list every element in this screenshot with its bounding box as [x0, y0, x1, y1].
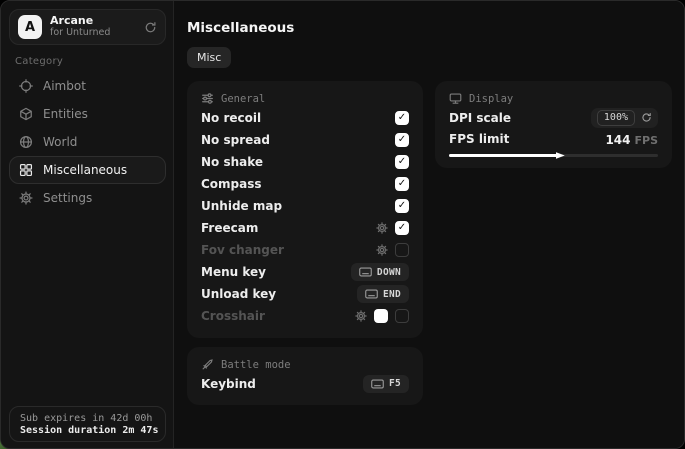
- slider-thumb[interactable]: [556, 151, 565, 160]
- row-label: Crosshair: [201, 309, 265, 323]
- battle-keybind[interactable]: F5: [363, 375, 409, 393]
- row-label: Compass: [201, 177, 262, 191]
- grid-icon: [19, 163, 33, 177]
- row-label: DPI scale: [449, 111, 511, 125]
- row-label: No shake: [201, 155, 263, 169]
- dpi-value[interactable]: 100%: [597, 110, 635, 126]
- row-no-spread: No spread: [201, 130, 409, 150]
- sidebar-item-entities[interactable]: Entities: [9, 100, 166, 128]
- unload-key-bind[interactable]: END: [357, 285, 409, 303]
- row-fov-changer: Fov changer: [201, 240, 409, 260]
- keyboard-icon: [359, 267, 372, 277]
- slider-fill: [449, 154, 560, 157]
- dpi-scale-control[interactable]: 100%: [591, 108, 658, 128]
- row-no-shake: No shake: [201, 152, 409, 172]
- compass-checkbox[interactable]: [395, 177, 409, 191]
- sidebar-item-label: Miscellaneous: [43, 163, 127, 177]
- subscription-info: Sub expires in 42d 00h Session duration …: [9, 406, 166, 442]
- row-label: Unload key: [201, 287, 276, 301]
- monitor-icon: [449, 92, 462, 105]
- keyboard-icon: [371, 379, 384, 389]
- sidebar: A Arcane for Unturned Category: [1, 1, 174, 448]
- sidebar-item-label: Aimbot: [43, 79, 86, 93]
- row-label: Unhide map: [201, 199, 282, 213]
- card-title: Display: [469, 93, 513, 105]
- sidebar-item-miscellaneous[interactable]: Miscellaneous: [9, 156, 166, 184]
- row-freecam: Freecam: [201, 218, 409, 238]
- fov-config-gear-icon[interactable]: [376, 244, 388, 256]
- row-compass: Compass: [201, 174, 409, 194]
- cube-icon: [19, 107, 33, 121]
- fov-changer-checkbox[interactable]: [395, 243, 409, 257]
- row-battle-keybind: Keybind F5: [201, 374, 409, 394]
- key-text: END: [383, 289, 401, 300]
- sliders-icon: [201, 92, 214, 105]
- no-spread-checkbox[interactable]: [395, 133, 409, 147]
- row-unload-key: Unload key END: [201, 284, 409, 304]
- general-card: General No recoil No spread No shake Com…: [187, 81, 423, 338]
- fps-unit: FPS: [635, 134, 659, 147]
- reset-icon[interactable]: [641, 112, 652, 123]
- menu-key-bind[interactable]: DOWN: [351, 263, 409, 281]
- sidebar-item-label: Entities: [43, 107, 88, 121]
- freecam-checkbox[interactable]: [395, 221, 409, 235]
- crosshair-icon: [19, 79, 33, 93]
- brand-subtitle: for Unturned: [50, 28, 136, 39]
- sidebar-nav: Aimbot Entities World: [9, 72, 166, 212]
- row-label: Fov changer: [201, 243, 284, 257]
- no-shake-checkbox[interactable]: [395, 155, 409, 169]
- row-crosshair: Crosshair: [201, 306, 409, 326]
- card-title: General: [221, 93, 265, 105]
- battle-mode-card: Battle mode Keybind F5: [187, 347, 423, 405]
- gear-icon: [19, 191, 33, 205]
- row-label: No recoil: [201, 111, 261, 125]
- fps-limit-slider[interactable]: [449, 154, 658, 157]
- card-title: Battle mode: [221, 359, 291, 371]
- unhide-map-checkbox[interactable]: [395, 199, 409, 213]
- sidebar-item-aimbot[interactable]: Aimbot: [9, 72, 166, 100]
- session-duration-text: Session duration 2m 47s: [20, 425, 155, 436]
- category-label: Category: [15, 56, 63, 67]
- crosshair-color-swatch[interactable]: [374, 309, 388, 323]
- main-content: Miscellaneous Misc General No recoil: [175, 1, 684, 448]
- row-label: Menu key: [201, 265, 266, 279]
- brand-logo: A: [18, 15, 42, 39]
- display-card: Display DPI scale 100%: [435, 81, 672, 168]
- brand-card: A Arcane for Unturned: [9, 9, 166, 45]
- brand-title: Arcane: [50, 15, 136, 28]
- sub-expiry-text: Sub expires in 42d 00h: [20, 413, 155, 424]
- row-label: FPS limit: [449, 132, 509, 146]
- row-dpi-scale: DPI scale 100%: [449, 108, 658, 128]
- row-unhide-map: Unhide map: [201, 196, 409, 216]
- page-title: Miscellaneous: [187, 20, 294, 36]
- globe-icon: [19, 135, 33, 149]
- key-text: DOWN: [377, 267, 401, 278]
- sync-icon[interactable]: [144, 21, 157, 34]
- row-label: Freecam: [201, 221, 258, 235]
- row-label: Keybind: [201, 377, 256, 391]
- no-recoil-checkbox[interactable]: [395, 111, 409, 125]
- tab-misc[interactable]: Misc: [187, 47, 231, 68]
- crosshair-checkbox[interactable]: [395, 309, 409, 323]
- row-no-recoil: No recoil: [201, 108, 409, 128]
- app-window: A Arcane for Unturned Category: [0, 0, 685, 449]
- sword-icon: [201, 358, 214, 371]
- key-text: F5: [389, 378, 401, 389]
- row-label: No spread: [201, 133, 270, 147]
- sidebar-item-world[interactable]: World: [9, 128, 166, 156]
- row-menu-key: Menu key DOWN: [201, 262, 409, 282]
- sidebar-item-label: Settings: [43, 191, 92, 205]
- freecam-config-gear-icon[interactable]: [376, 222, 388, 234]
- keyboard-icon: [365, 289, 378, 299]
- sidebar-item-settings[interactable]: Settings: [9, 184, 166, 212]
- sidebar-item-label: World: [43, 135, 77, 149]
- row-fps-limit: FPS limit 144 FPS: [449, 129, 658, 149]
- fps-value: 144: [605, 133, 630, 147]
- crosshair-config-gear-icon[interactable]: [355, 310, 367, 322]
